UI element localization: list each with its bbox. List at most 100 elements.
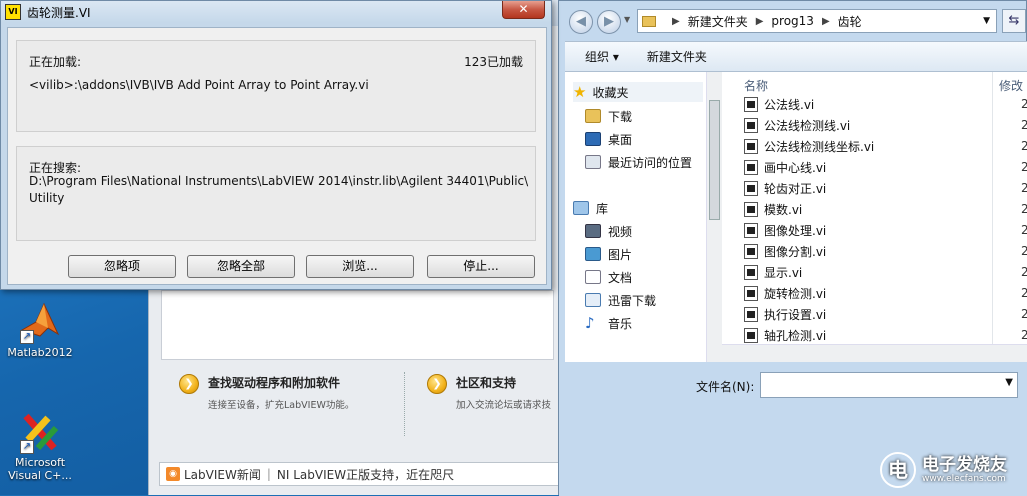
filename-input[interactable]: ▼ [760,372,1018,398]
vi-file-icon [744,222,758,238]
desktop-icon-matlab[interactable]: ↗ Matlab2012 [0,300,80,359]
file-row[interactable]: 公法线检测线.vi 200 [744,115,1027,135]
file-date: 200 [1021,139,1027,153]
nav-item-downloads[interactable]: 下载 [585,106,632,126]
breadcrumb-item[interactable]: 齿轮 [838,13,862,30]
file-name: 轮齿对正.vi [764,181,827,196]
shortcut-arrow-icon: ↗ [20,330,34,344]
file-row[interactable]: 公法线检测线坐标.vi 200 [744,136,1027,156]
news-link-labview[interactable]: LabVIEW新闻 [184,466,261,483]
file-row[interactable]: 轴孔检测.vi 200 [744,325,1027,345]
nav-item-recent[interactable]: 最近访问的位置 [585,152,692,172]
history-dropdown-icon[interactable]: ▼ [624,15,630,24]
labview-content-panel [161,290,554,360]
ignore-all-button[interactable]: 忽略全部 [187,255,295,278]
file-date: 200 [1021,97,1027,111]
address-dropdown-icon[interactable]: ▼ [983,16,990,26]
link-description: 连接至设备，扩充LabVIEW功能。 [208,400,355,411]
file-date: 200 [1021,181,1027,195]
file-date: 200 [1021,265,1027,279]
file-dialog: ◀ ▶ ▼ ▶ 新建文件夹 ▶ prog13 ▶ 齿轮 ▼ ⇆ 组织 ▾ 新建文… [558,0,1027,496]
library-icon [573,201,589,215]
close-button[interactable]: ✕ [502,1,545,19]
file-row[interactable]: 旋转检测.vi 200 [744,283,1027,303]
nav-item-videos[interactable]: 视频 [585,221,632,241]
nav-item-pictures[interactable]: 图片 [585,244,632,264]
find-drivers-link[interactable]: ❯ 查找驱动程序和附加软件 连接至设备，扩充LabVIEW功能。 [179,374,354,411]
link-description: 加入交流论坛或请求技 [456,400,552,411]
desktop-icon-visual-cpp[interactable]: ↗ Microsoft Visual C+... [0,410,80,482]
column-header-modified[interactable]: 修改 [999,77,1023,94]
file-row[interactable]: 图像处理.vi 200 [744,220,1027,240]
file-toolbar: 组织 ▾ 新建文件夹 [565,41,1027,72]
file-row[interactable]: 显示.vi 200 [744,262,1027,282]
file-row[interactable]: 执行设置.vi 200 [744,304,1027,324]
ignore-item-button[interactable]: 忽略项 [68,255,176,278]
breadcrumb-item[interactable]: 新建文件夹 [688,13,748,30]
star-icon: ★ [573,83,587,101]
address-bar[interactable]: ▶ 新建文件夹 ▶ prog13 ▶ 齿轮 ▼ [637,9,997,33]
file-date: 200 [1021,244,1027,258]
loading-path: <vilib>:\addons\IVB\IVB Add Point Array … [29,78,369,92]
nav-item-favorites[interactable]: ★ 收藏夹 [573,82,703,102]
file-date: 200 [1021,328,1027,342]
vi-file-icon [744,117,758,133]
file-name: 轴孔检测.vi [764,328,827,343]
search-path-line1: D:\Program Files\National Instruments\La… [29,174,529,188]
nav-scrollbar[interactable] [706,72,722,362]
community-support-link[interactable]: ❯ 社区和支持 加入交流论坛或请求技 [427,374,551,411]
file-dialog-navbar: ◀ ▶ ▼ ▶ 新建文件夹 ▶ prog13 ▶ 齿轮 ▼ ⇆ [559,1,1027,41]
file-name: 公法线.vi [764,97,815,112]
browse-button[interactable]: 浏览... [306,255,414,278]
file-list-hscrollbar[interactable] [722,344,1027,362]
vi-file-icon [744,201,758,217]
pictures-icon [585,247,601,261]
nav-item-music[interactable]: ♪ 音乐 [585,313,632,333]
stop-button[interactable]: 停止... [427,255,535,278]
vi-file-icon [744,285,758,301]
video-icon [585,224,601,238]
breadcrumb-item[interactable]: prog13 [771,14,814,28]
recent-places-icon [585,155,601,169]
nav-item-library[interactable]: 库 [573,198,608,218]
new-folder-button[interactable]: 新建文件夹 [647,48,707,65]
file-row[interactable]: 公法线.vi 200 [744,94,1027,114]
chevron-right-icon[interactable]: ▶ [822,16,830,27]
chevron-right-icon[interactable]: ▶ [672,16,680,27]
loading-group: 正在加载: 123已加载 <vilib>:\addons\IVB\IVB Add… [16,40,536,132]
file-name: 旋转检测.vi [764,286,827,301]
file-row[interactable]: 轮齿对正.vi 200 [744,178,1027,198]
nav-item-desktop[interactable]: 桌面 [585,129,632,149]
downloads-folder-icon [585,109,601,123]
documents-icon [585,270,601,284]
column-header-name[interactable]: 名称 [744,77,768,94]
chevron-right-icon[interactable]: ▶ [756,16,764,27]
desktop-icon-label: Matlab2012 [7,346,73,359]
rss-icon: ◉ [166,467,180,481]
file-date: 200 [1021,118,1027,132]
nav-item-documents[interactable]: 文档 [585,267,632,287]
link-title: 社区和支持 [456,376,517,390]
loading-label: 正在加载: [29,55,82,69]
file-row[interactable]: 模数.vi 200 [744,199,1027,219]
search-group: 正在搜索: D:\Program Files\National Instrume… [16,146,536,241]
vi-file-icon [744,327,758,343]
forward-button[interactable]: ▶ [597,10,621,34]
back-button[interactable]: ◀ [569,10,593,34]
file-row[interactable]: 画中心线.vi 200 [744,157,1027,177]
scrollbar-thumb[interactable] [709,100,720,220]
file-name: 公法线检测线坐标.vi [764,139,875,154]
nav-label: 收藏夹 [592,85,629,100]
nav-label: 文档 [608,270,633,285]
nav-item-xunlei[interactable]: 迅雷下载 [585,290,656,310]
refresh-button[interactable]: ⇆ [1002,9,1026,33]
file-name: 图像分割.vi [764,244,827,259]
organize-menu-button[interactable]: 组织 ▾ [585,48,619,65]
chevron-down-icon[interactable]: ▼ [1005,377,1013,388]
elecfans-logo-icon: 电 [880,452,916,488]
news-bar: ◉ LabVIEW新闻 | NI LabVIEW正版支持，近在咫尺 [159,462,559,486]
news-link-support[interactable]: NI LabVIEW正版支持，近在咫尺 [277,466,454,483]
file-row[interactable]: 图像分割.vi 200 [744,241,1027,261]
vi-file-icon [744,243,758,259]
nav-label: 迅雷下载 [608,293,657,308]
